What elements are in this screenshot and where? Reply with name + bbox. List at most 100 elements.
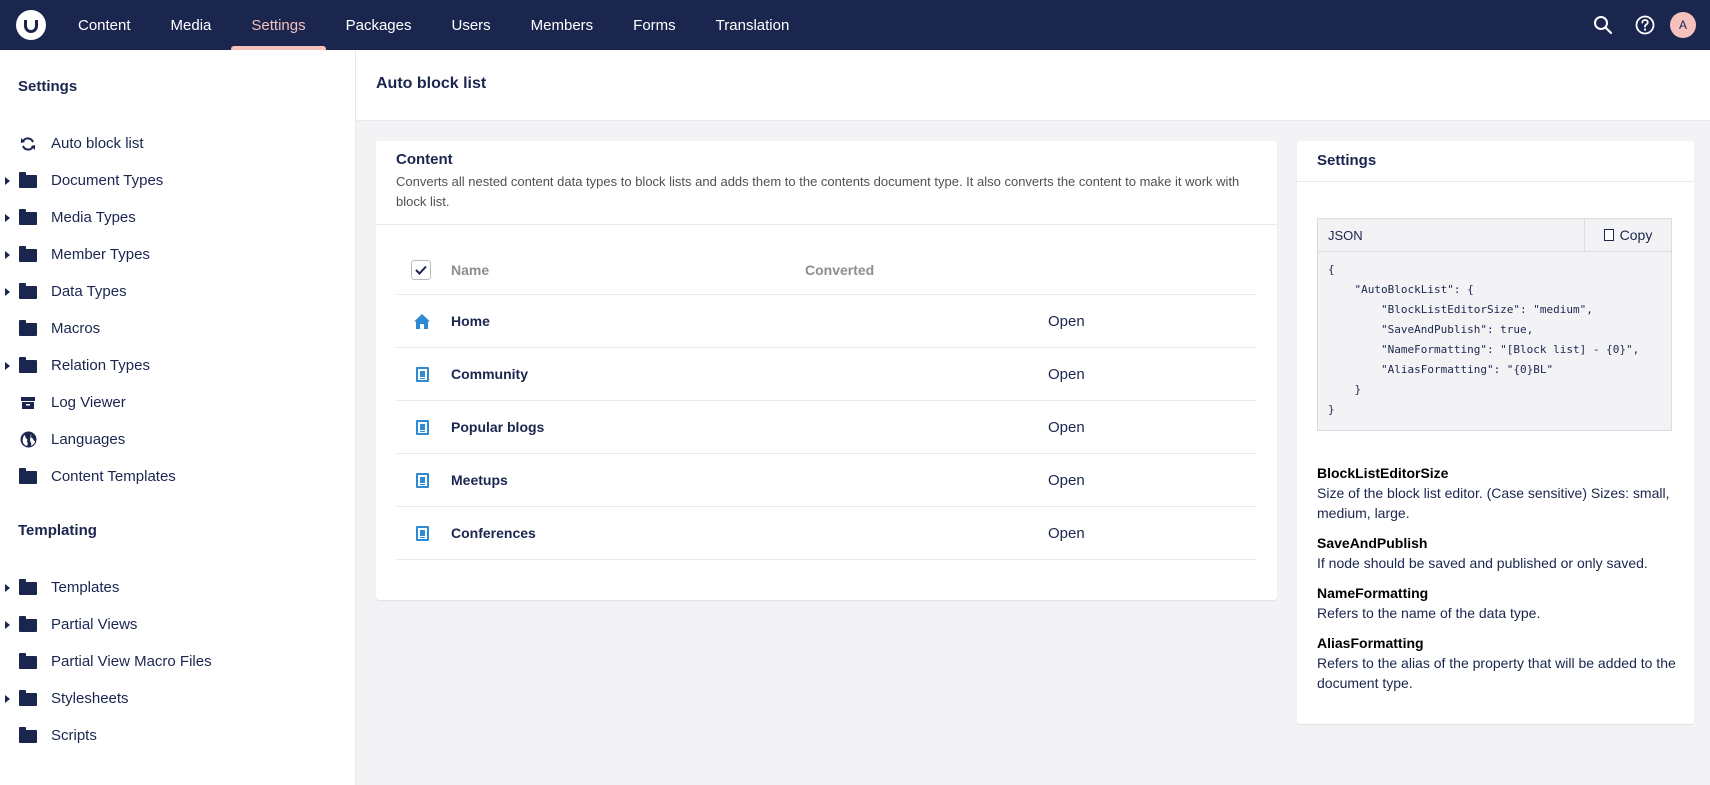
tree-item-label: Auto block list: [51, 135, 144, 152]
section-nav: Content Media Settings Packages Users Me…: [58, 0, 809, 50]
tree-item-label: Macros: [51, 320, 101, 337]
expand-caret-icon[interactable]: [5, 694, 10, 703]
umbraco-logo-icon[interactable]: [16, 10, 46, 40]
tree-item-templates[interactable]: Templates: [0, 569, 355, 606]
tree-item-content-templates[interactable]: Content Templates: [0, 458, 355, 495]
nav-content[interactable]: Content: [58, 0, 151, 50]
column-header-converted[interactable]: Converted: [805, 262, 874, 278]
nav-users[interactable]: Users: [431, 0, 510, 50]
row-status: Open: [1048, 418, 1085, 436]
help-item-nameformatting: NameFormatting Refers to the name of the…: [1317, 583, 1677, 623]
tree-item-member-types[interactable]: Member Types: [0, 236, 355, 273]
tree-item-scripts[interactable]: Scripts: [0, 717, 355, 754]
help-text: Size of the block list editor. (Case sen…: [1317, 485, 1670, 521]
sidebar-heading-templating: Templating: [18, 522, 97, 539]
tree-item-label: Stylesheets: [51, 690, 129, 707]
settings-tree-sidebar: Settings Auto block list Document Types …: [0, 50, 356, 785]
folder-icon: [19, 727, 37, 744]
json-code: { "AutoBlockList": { "BlockListEditorSiz…: [1328, 263, 1640, 416]
tree-item-partial-view-macro-files[interactable]: Partial View Macro Files: [0, 643, 355, 680]
home-icon: [413, 312, 431, 330]
content-table: Name Converted Home Open Community Open …: [396, 246, 1257, 560]
help-item-blocklisteditorsize: BlockListEditorSize Size of the block li…: [1317, 463, 1677, 523]
tree-item-document-types[interactable]: Document Types: [0, 162, 355, 199]
json-label: JSON: [1328, 228, 1363, 243]
help-item-aliasformatting: AliasFormatting Refers to the alias of t…: [1317, 633, 1677, 693]
settings-panel-title: Settings: [1297, 141, 1694, 182]
expand-caret-icon[interactable]: [5, 176, 10, 185]
copy-button[interactable]: Copy: [1584, 219, 1671, 251]
row-name: Popular blogs: [451, 419, 545, 435]
tree-item-relation-types[interactable]: Relation Types: [0, 347, 355, 384]
box-icon: [19, 395, 37, 411]
document-icon: [413, 365, 431, 383]
nav-members[interactable]: Members: [511, 0, 614, 50]
help-item-saveandpublish: SaveAndPublish If node should be saved a…: [1317, 533, 1677, 573]
checkmark-icon: [415, 265, 427, 275]
help-title: NameFormatting: [1317, 585, 1429, 601]
row-name: Conferences: [451, 525, 536, 541]
folder-icon: [19, 468, 37, 485]
column-header-name[interactable]: Name: [451, 262, 489, 278]
row-name: Meetups: [451, 472, 508, 488]
page-title: Auto block list: [376, 75, 487, 92]
tree-item-partial-views[interactable]: Partial Views: [0, 606, 355, 643]
table-row[interactable]: Popular blogs Open: [396, 401, 1257, 454]
nav-settings[interactable]: Settings: [231, 0, 326, 50]
expand-caret-icon[interactable]: [5, 361, 10, 370]
tree-item-media-types[interactable]: Media Types: [0, 199, 355, 236]
user-avatar[interactable]: A: [1670, 12, 1696, 38]
folder-icon: [19, 283, 37, 300]
sync-icon: [19, 136, 37, 152]
help-text: If node should be saved and published or…: [1317, 555, 1648, 571]
tree-item-stylesheets[interactable]: Stylesheets: [0, 680, 355, 717]
copy-icon: [1603, 229, 1614, 241]
content-panel: Content Converts all nested content data…: [376, 141, 1277, 600]
table-row[interactable]: Community Open: [396, 348, 1257, 401]
expand-caret-icon[interactable]: [5, 620, 10, 629]
folder-icon: [19, 579, 37, 596]
expand-caret-icon[interactable]: [5, 583, 10, 592]
folder-icon: [19, 653, 37, 670]
tree-item-data-types[interactable]: Data Types: [0, 273, 355, 310]
expand-caret-icon[interactable]: [5, 287, 10, 296]
table-row[interactable]: Meetups Open: [396, 454, 1257, 507]
nav-media[interactable]: Media: [151, 0, 232, 50]
folder-icon: [19, 172, 37, 189]
folder-icon: [19, 209, 37, 226]
content-panel-title: Content: [396, 151, 453, 168]
folder-icon: [19, 320, 37, 337]
help-icon[interactable]: [1624, 0, 1666, 50]
search-icon[interactable]: [1582, 0, 1624, 50]
tree-item-label: Scripts: [51, 727, 97, 744]
json-code-box: JSON Copy { "AutoBlockList": { "BlockLis…: [1317, 218, 1672, 431]
select-all-checkbox[interactable]: [411, 260, 431, 280]
table-row[interactable]: Conferences Open: [396, 507, 1257, 560]
expand-caret-icon[interactable]: [5, 213, 10, 222]
help-title: BlockListEditorSize: [1317, 465, 1449, 481]
row-status: Open: [1048, 524, 1085, 542]
tree-item-label: Partial View Macro Files: [51, 653, 212, 670]
tree-item-macros[interactable]: Macros: [0, 310, 355, 347]
row-status: Open: [1048, 471, 1085, 489]
row-name: Home: [451, 313, 490, 329]
sidebar-heading-settings: Settings: [18, 78, 78, 95]
help-title: SaveAndPublish: [1317, 535, 1428, 551]
tree-item-label: Media Types: [51, 209, 136, 226]
row-status: Open: [1048, 312, 1085, 330]
folder-icon: [19, 357, 37, 374]
nav-forms[interactable]: Forms: [613, 0, 696, 50]
tree-item-log-viewer[interactable]: Log Viewer: [0, 384, 355, 421]
tree-item-auto-block-list[interactable]: Auto block list: [0, 125, 355, 162]
tree-item-label: Log Viewer: [51, 394, 126, 411]
document-icon: [413, 471, 431, 489]
document-icon: [413, 524, 431, 542]
nav-packages[interactable]: Packages: [326, 0, 432, 50]
nav-translation[interactable]: Translation: [696, 0, 810, 50]
editor-header: Auto block list: [356, 50, 1710, 121]
tree-item-label: Languages: [51, 431, 126, 448]
copy-button-label: Copy: [1619, 227, 1653, 243]
tree-item-languages[interactable]: Languages: [0, 421, 355, 458]
table-row[interactable]: Home Open: [396, 295, 1257, 348]
expand-caret-icon[interactable]: [5, 250, 10, 259]
